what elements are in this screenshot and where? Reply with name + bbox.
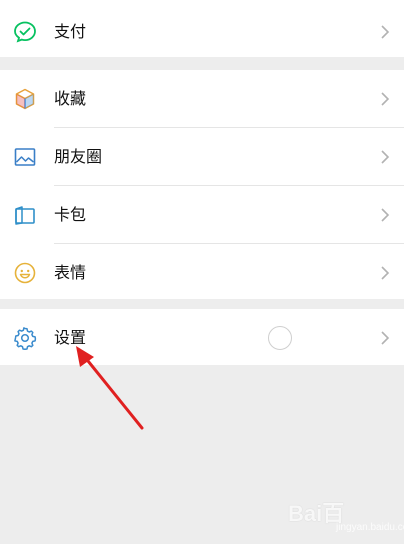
- menu-item-favorites[interactable]: 收藏: [0, 70, 404, 127]
- menu-group-pay: 支付: [0, 0, 404, 57]
- menu-item-label: 收藏: [54, 88, 87, 108]
- menu-item-settings[interactable]: 设置: [0, 309, 404, 366]
- wallet-card-icon: [12, 202, 38, 228]
- chevron-right-icon: [381, 207, 390, 222]
- chevron-right-icon: [381, 149, 390, 164]
- chevron-right-icon: [381, 24, 390, 39]
- menu-item-label: 表情: [54, 262, 87, 282]
- menu-group-main: 收藏 朋友圈 卡包 表情: [0, 70, 404, 299]
- menu-item-cards[interactable]: 卡包: [0, 186, 404, 243]
- loading-spinner: [268, 326, 292, 350]
- cube-icon: [12, 86, 38, 112]
- baidu-watermark-url: jingyan.baidu.com: [336, 522, 404, 533]
- menu-item-label: 卡包: [54, 204, 87, 224]
- menu-group-settings: 设置: [0, 309, 404, 365]
- menu-item-pay[interactable]: 支付: [0, 3, 404, 60]
- menu-item-label: 朋友圈: [54, 146, 103, 166]
- menu-item-moments[interactable]: 朋友圈: [0, 128, 404, 185]
- menu-item-label: 支付: [54, 21, 87, 41]
- landscape-photo-icon: [12, 144, 38, 170]
- wechat-pay-icon: [12, 19, 38, 45]
- menu-item-label: 设置: [54, 327, 87, 347]
- chevron-right-icon: [381, 330, 390, 345]
- gear-icon: [12, 325, 38, 351]
- chevron-right-icon: [381, 265, 390, 280]
- chevron-right-icon: [381, 91, 390, 106]
- menu-item-stickers[interactable]: 表情: [0, 244, 404, 301]
- smiley-icon: [12, 260, 38, 286]
